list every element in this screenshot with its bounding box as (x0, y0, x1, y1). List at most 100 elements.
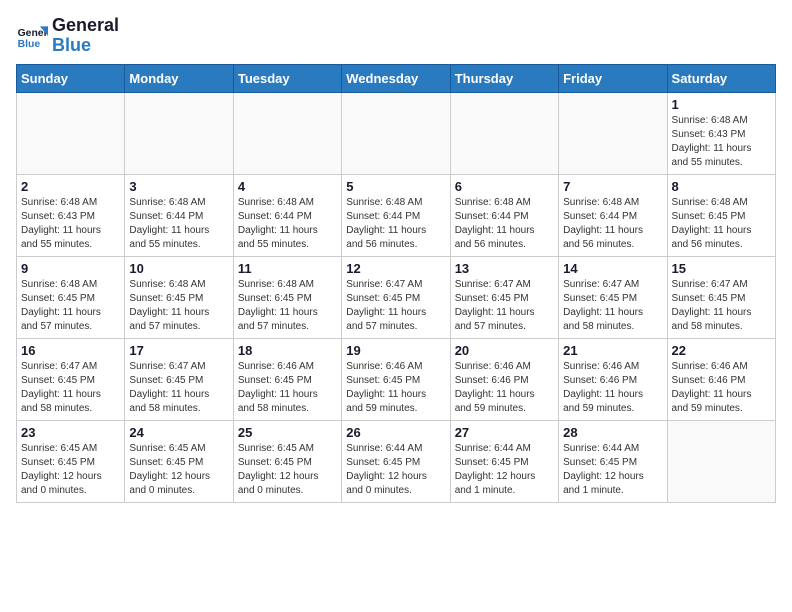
day-info: Sunrise: 6:46 AM Sunset: 6:46 PM Dayligh… (672, 360, 771, 416)
calendar-cell: 17 Sunrise: 6:47 AM Sunset: 6:45 PM Dayli… (125, 338, 233, 420)
calendar-cell (450, 92, 558, 174)
day-number: 25 (238, 425, 337, 440)
calendar-table: SundayMondayTuesdayWednesdayThursdayFrid… (16, 64, 776, 503)
day-header-tuesday: Tuesday (233, 64, 341, 92)
day-number: 26 (346, 425, 445, 440)
day-info: Sunrise: 6:45 AM Sunset: 6:45 PM Dayligh… (129, 442, 228, 498)
calendar-cell: 4 Sunrise: 6:48 AM Sunset: 6:44 PM Daylig… (233, 174, 341, 256)
calendar-cell (233, 92, 341, 174)
logo: General Blue General Blue (16, 16, 119, 56)
day-number: 23 (21, 425, 120, 440)
day-number: 1 (672, 97, 771, 112)
calendar-cell: 26 Sunrise: 6:44 AM Sunset: 6:45 PM Dayli… (342, 420, 450, 502)
svg-text:Blue: Blue (18, 39, 41, 50)
day-number: 5 (346, 179, 445, 194)
day-info: Sunrise: 6:45 AM Sunset: 6:45 PM Dayligh… (238, 442, 337, 498)
day-number: 6 (455, 179, 554, 194)
day-number: 3 (129, 179, 228, 194)
day-info: Sunrise: 6:48 AM Sunset: 6:44 PM Dayligh… (238, 196, 337, 252)
calendar-cell: 12 Sunrise: 6:47 AM Sunset: 6:45 PM Dayli… (342, 256, 450, 338)
calendar-cell: 28 Sunrise: 6:44 AM Sunset: 6:45 PM Dayli… (559, 420, 667, 502)
calendar-cell: 6 Sunrise: 6:48 AM Sunset: 6:44 PM Daylig… (450, 174, 558, 256)
day-number: 22 (672, 343, 771, 358)
calendar-cell: 13Sunrise: 6:47 AM Sunset: 6:45 PM Dayli… (450, 256, 558, 338)
day-number: 14 (563, 261, 662, 276)
day-header-monday: Monday (125, 64, 233, 92)
calendar-cell: 11 Sunrise: 6:48 AM Sunset: 6:45 PM Dayli… (233, 256, 341, 338)
day-number: 18 (238, 343, 337, 358)
day-info: Sunrise: 6:44 AM Sunset: 6:45 PM Dayligh… (455, 442, 554, 498)
calendar-cell: 10 Sunrise: 6:48 AM Sunset: 6:45 PM Dayli… (125, 256, 233, 338)
day-number: 17 (129, 343, 228, 358)
day-number: 12 (346, 261, 445, 276)
day-number: 21 (563, 343, 662, 358)
day-info: Sunrise: 6:47 AM Sunset: 6:45 PM Dayligh… (129, 360, 228, 416)
calendar-cell (125, 92, 233, 174)
calendar-cell: 14 Sunrise: 6:47 AM Sunset: 6:45 PM Dayli… (559, 256, 667, 338)
day-info: Sunrise: 6:44 AM Sunset: 6:45 PM Dayligh… (346, 442, 445, 498)
logo-text: General Blue (52, 16, 119, 56)
calendar-cell: 27 Sunrise: 6:44 AM Sunset: 6:45 PM Dayli… (450, 420, 558, 502)
day-info: Sunrise: 6:46 AM Sunset: 6:45 PM Dayligh… (346, 360, 445, 416)
day-info: Sunrise: 6:45 AM Sunset: 6:45 PM Dayligh… (21, 442, 120, 498)
day-number: 15 (672, 261, 771, 276)
day-number: 8 (672, 179, 771, 194)
day-info: Sunrise: 6:48 AM Sunset: 6:44 PM Dayligh… (563, 196, 662, 252)
day-info: Sunrise: 6:44 AM Sunset: 6:45 PM Dayligh… (563, 442, 662, 498)
calendar-cell: 20 Sunrise: 6:46 AM Sunset: 6:46 PM Dayli… (450, 338, 558, 420)
day-info: Sunrise: 6:48 AM Sunset: 6:45 PM Dayligh… (129, 278, 228, 334)
day-info: Sunrise: 6:47 AM Sunset: 6:45 PM Dayligh… (21, 360, 120, 416)
day-info: Sunrise: 6:47 AM Sunset: 6:45 PM Dayligh… (672, 278, 771, 334)
day-number: 4 (238, 179, 337, 194)
day-info: Sunrise: 6:48 AM Sunset: 6:43 PM Dayligh… (672, 114, 771, 170)
day-number: 27 (455, 425, 554, 440)
calendar-cell: 7 Sunrise: 6:48 AM Sunset: 6:44 PM Daylig… (559, 174, 667, 256)
calendar-cell: 21 Sunrise: 6:46 AM Sunset: 6:46 PM Dayli… (559, 338, 667, 420)
day-info: Sunrise: 6:48 AM Sunset: 6:44 PM Dayligh… (455, 196, 554, 252)
day-header-wednesday: Wednesday (342, 64, 450, 92)
calendar-cell: 3 Sunrise: 6:48 AM Sunset: 6:44 PM Daylig… (125, 174, 233, 256)
day-header-sunday: Sunday (17, 64, 125, 92)
calendar-cell: 19 Sunrise: 6:46 AM Sunset: 6:45 PM Dayli… (342, 338, 450, 420)
calendar-cell: 2 Sunrise: 6:48 AM Sunset: 6:43 PM Daylig… (17, 174, 125, 256)
day-info: Sunrise: 6:48 AM Sunset: 6:43 PM Dayligh… (21, 196, 120, 252)
day-number: 19 (346, 343, 445, 358)
calendar-cell (667, 420, 775, 502)
calendar-cell (342, 92, 450, 174)
day-info: Sunrise: 6:48 AM Sunset: 6:45 PM Dayligh… (672, 196, 771, 252)
calendar-cell (559, 92, 667, 174)
day-info: Sunrise: 6:48 AM Sunset: 6:45 PM Dayligh… (21, 278, 120, 334)
calendar-cell: 23 Sunrise: 6:45 AM Sunset: 6:45 PM Dayli… (17, 420, 125, 502)
calendar-cell: 18 Sunrise: 6:46 AM Sunset: 6:45 PM Dayli… (233, 338, 341, 420)
day-number: 11 (238, 261, 337, 276)
calendar-cell: 9 Sunrise: 6:48 AM Sunset: 6:45 PM Daylig… (17, 256, 125, 338)
day-info: Sunrise: 6:46 AM Sunset: 6:46 PM Dayligh… (563, 360, 662, 416)
day-number: 7 (563, 179, 662, 194)
day-info: Sunrise: 6:48 AM Sunset: 6:44 PM Dayligh… (346, 196, 445, 252)
day-number: 20 (455, 343, 554, 358)
calendar-cell: 8 Sunrise: 6:48 AM Sunset: 6:45 PM Daylig… (667, 174, 775, 256)
day-number: 2 (21, 179, 120, 194)
calendar-cell: 5 Sunrise: 6:48 AM Sunset: 6:44 PM Daylig… (342, 174, 450, 256)
calendar-cell (17, 92, 125, 174)
day-info: Sunrise: 6:47 AM Sunset: 6:45 PM Dayligh… (563, 278, 662, 334)
calendar-cell: 15 Sunrise: 6:47 AM Sunset: 6:45 PM Dayli… (667, 256, 775, 338)
day-number: 28 (563, 425, 662, 440)
day-info: Sunrise: 6:46 AM Sunset: 6:46 PM Dayligh… (455, 360, 554, 416)
day-info: Sunrise: 6:48 AM Sunset: 6:44 PM Dayligh… (129, 196, 228, 252)
day-info: Sunrise: 6:46 AM Sunset: 6:45 PM Dayligh… (238, 360, 337, 416)
calendar-cell: 22 Sunrise: 6:46 AM Sunset: 6:46 PM Dayli… (667, 338, 775, 420)
day-info: Sunrise: 6:47 AM Sunset: 6:45 PM Dayligh… (455, 278, 554, 334)
day-number: 10 (129, 261, 228, 276)
day-info: Sunrise: 6:48 AM Sunset: 6:45 PM Dayligh… (238, 278, 337, 334)
day-info: Sunrise: 6:47 AM Sunset: 6:45 PM Dayligh… (346, 278, 445, 334)
day-number: 9 (21, 261, 120, 276)
day-header-friday: Friday (559, 64, 667, 92)
day-number: 24 (129, 425, 228, 440)
day-header-saturday: Saturday (667, 64, 775, 92)
calendar-cell: 1 Sunrise: 6:48 AM Sunset: 6:43 PM Daylig… (667, 92, 775, 174)
day-header-thursday: Thursday (450, 64, 558, 92)
calendar-cell: 24 Sunrise: 6:45 AM Sunset: 6:45 PM Dayli… (125, 420, 233, 502)
day-number: 16 (21, 343, 120, 358)
calendar-cell: 16 Sunrise: 6:47 AM Sunset: 6:45 PM Dayli… (17, 338, 125, 420)
